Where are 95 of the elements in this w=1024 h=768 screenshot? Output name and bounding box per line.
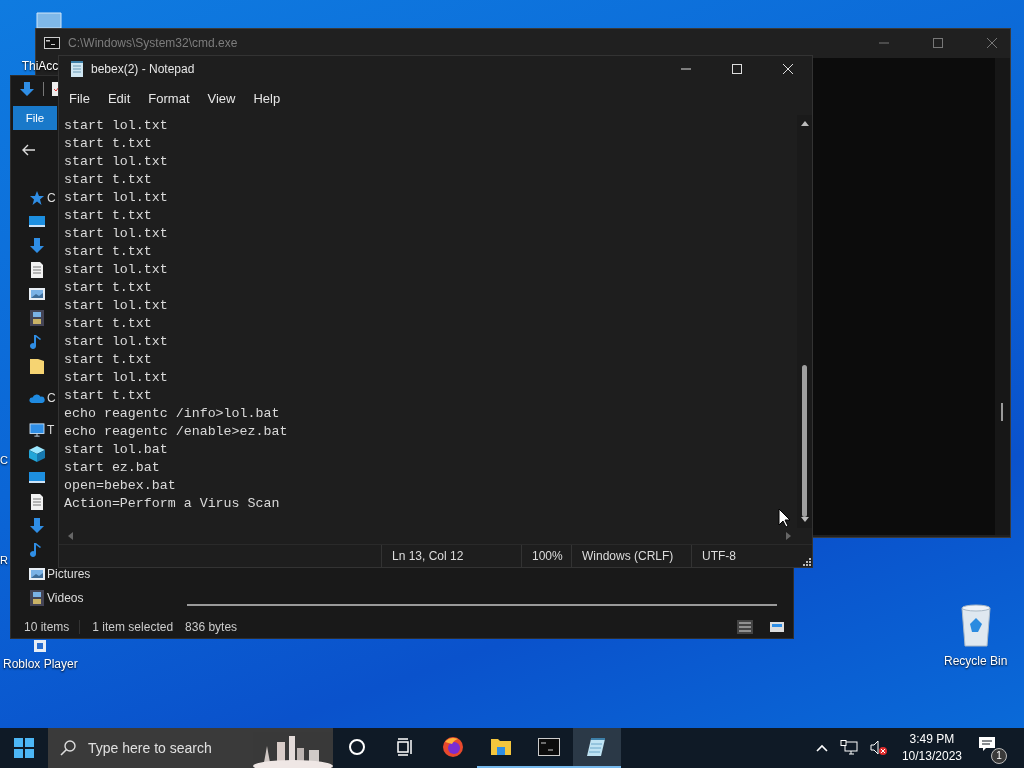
text-line: echo reagentc /enable>ez.bat [64,423,289,441]
desktop-icon[interactable] [29,214,45,230]
desktop-icon-label[interactable]: Roblox Player [3,657,78,671]
sidebar-item[interactable]: C [47,391,56,405]
text-line: start lol.bat [64,441,169,459]
text-line: start t.txt [64,279,153,297]
details-view-icon[interactable] [737,620,753,634]
sidebar-item[interactable]: T [47,423,55,437]
desktop-icon-label[interactable]: Recycle Bin [944,654,1008,668]
windows-logo-icon[interactable] [14,738,34,758]
text-line: start t.txt [64,243,153,261]
task-view-icon [395,737,415,757]
scrollbar-thumb[interactable] [1001,403,1003,421]
chevron-up-icon[interactable] [815,744,828,752]
cube-icon[interactable] [29,446,45,462]
text-line: start t.txt [64,135,153,153]
status-text: 100% [521,545,571,567]
text-line: echo reagentc /info>lol.bat [64,405,281,423]
text-line: start t.txt [64,315,153,333]
notepad-icon [69,61,85,77]
console-icon [44,36,60,49]
picture-icon[interactable] [29,286,45,302]
text-line: start lol.txt [64,153,169,171]
status-text: 10 items [24,620,81,634]
sidebar-item[interactable]: C [47,191,56,205]
text-line: start lol.txt [64,261,169,279]
browser-icon [442,736,464,758]
speaker-muted-icon[interactable] [869,740,888,756]
menu-item[interactable]: Edit [99,91,139,106]
text-line: open=bebex.bat [64,477,177,495]
status-text: Ln 13, Col 12 [381,545,521,567]
download-icon[interactable] [29,518,45,534]
folder-icon [490,737,512,757]
scroll-down-icon[interactable] [800,517,809,523]
text-line: start t.txt [64,207,153,225]
search-icon [60,740,76,756]
sidebar-item[interactable]: Pictures [47,567,91,581]
folder-icon[interactable] [29,358,45,374]
menu-item[interactable]: Format [140,91,198,106]
text-line: start lol.txt [64,369,169,387]
text-line: start lol.txt [64,225,169,243]
text-line: start ez.bat [64,459,161,477]
window-title: bebex(2) - Notepad [91,62,195,76]
status-text: 1 item selected [92,620,174,634]
menu-item[interactable]: File [61,91,98,106]
text-line: start lol.txt [64,117,169,135]
notepad-icon [586,736,608,758]
back-arrow-icon[interactable] [22,144,36,156]
document-icon[interactable] [29,494,45,510]
search-bar[interactable]: Type here to search [48,728,333,768]
circle-icon [347,737,367,757]
film-icon[interactable] [29,310,45,326]
clock-date[interactable]: 10/13/2023 [901,748,962,765]
search-input[interactable]: Type here to search [88,740,248,756]
status-text: Windows (CRLF) [571,545,691,567]
status-text: UTF-8 [691,545,791,567]
desktop-icon[interactable] [29,470,45,486]
download-icon[interactable] [19,81,35,97]
text-line: start lol.txt [64,297,169,315]
menu-item[interactable]: Help [245,91,289,106]
file-tab[interactable]: File [13,106,57,130]
app-icon[interactable] [33,639,48,653]
notepad-taskbar-button[interactable] [573,728,621,768]
scroll-right-icon[interactable] [786,532,792,540]
cloud-icon[interactable] [29,392,45,404]
window-title: C:\Windows\System32\cmd.exe [68,35,238,50]
resize-grip-icon[interactable] [802,557,811,566]
film-icon[interactable] [29,590,45,606]
picture-icon[interactable] [29,566,45,582]
tiles-view-icon[interactable] [769,620,785,634]
notification-icon[interactable] [978,736,996,752]
scrollbar-thumb[interactable] [802,365,807,517]
text-line: start t.txt [64,171,153,189]
menu-item[interactable]: View [199,91,244,106]
text-line: start lol.txt [64,333,169,351]
cursor-icon [778,508,791,528]
status-text: 836 bytes [185,620,238,634]
text-line: start t.txt [64,351,153,369]
network-icon[interactable] [839,740,858,756]
document-icon[interactable] [29,262,45,278]
scroll-up-icon[interactable] [800,120,809,126]
desktop-icon-label[interactable]: R [0,554,8,566]
star-icon[interactable] [29,190,45,206]
text-line: start t.txt [64,387,153,405]
desktop-icon-label[interactable]: C [0,454,8,466]
text-line: Action=Perform a Virus Scan [64,495,281,513]
download-icon[interactable] [29,238,45,254]
terminal-icon [538,738,560,756]
clock-time[interactable]: 3:49 PM [909,731,955,748]
computer-icon[interactable] [29,423,45,437]
sidebar-item[interactable]: Videos [47,591,84,605]
text-line: start lol.txt [64,189,169,207]
scrollbar-track[interactable] [187,604,777,606]
scroll-left-icon[interactable] [67,532,73,540]
notification-badge: 1 [991,748,1007,764]
